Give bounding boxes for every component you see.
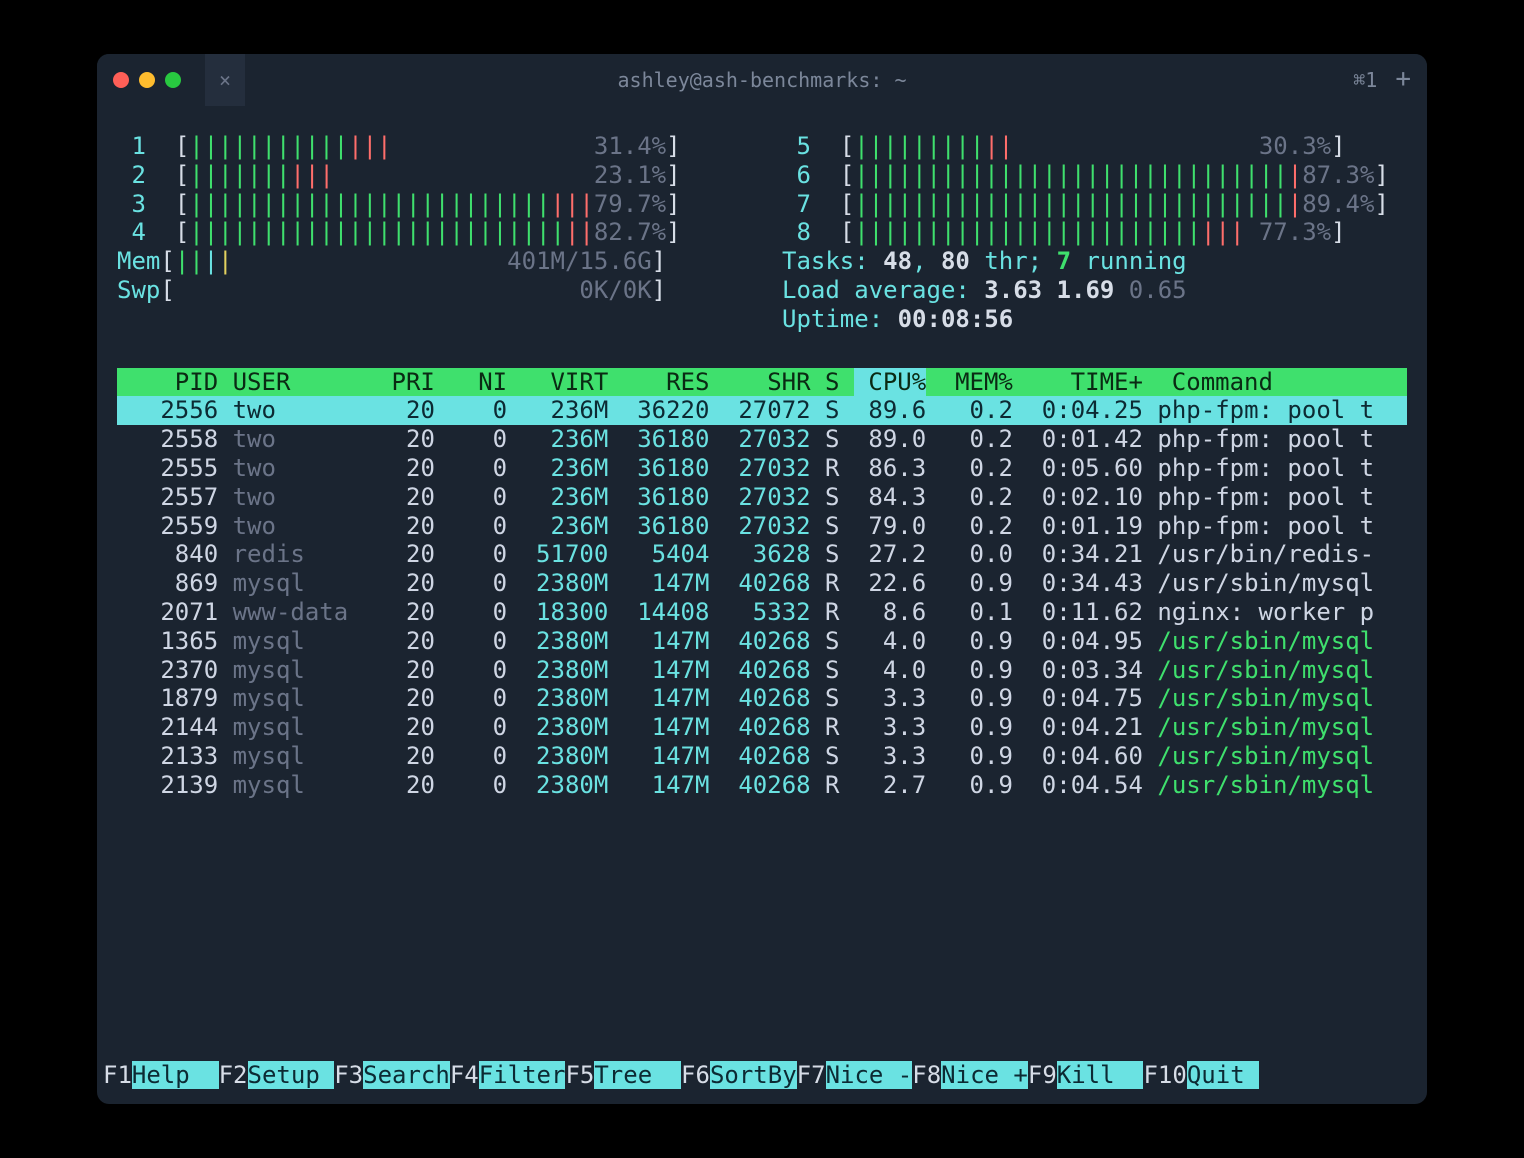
process-row[interactable]: 2555 two 20 0 236M 36180 27032 R 86.3 0.… bbox=[117, 454, 1407, 483]
fkey-F2[interactable]: F2 bbox=[219, 1061, 248, 1089]
cpu-meter-2: 2 [|||||||||| 23.1%] bbox=[117, 161, 742, 190]
cpu-meter-7: 7 [|||||||||||||||||||||||||||||||89.4%] bbox=[782, 190, 1407, 219]
cpu-meter-5: 5 [||||||||||| 30.3%] bbox=[782, 132, 1407, 161]
load-line: Load average: 3.63 1.69 0.65 bbox=[782, 276, 1407, 305]
fkey-F5[interactable]: F5 bbox=[565, 1061, 594, 1089]
process-row[interactable]: 2370 mysql 20 0 2380M 147M 40268 S 4.0 0… bbox=[117, 656, 1407, 685]
fkey-F10[interactable]: F10 bbox=[1143, 1061, 1186, 1089]
process-row[interactable]: 1879 mysql 20 0 2380M 147M 40268 S 3.3 0… bbox=[117, 684, 1407, 713]
minimize-window-button[interactable] bbox=[139, 72, 155, 88]
cpu-meter-1: 1 [|||||||||||||| 31.4%] bbox=[117, 132, 742, 161]
function-key-bar: F1Help F2Setup F3SearchF4FilterF5Tree F6… bbox=[97, 1061, 1427, 1090]
window-title: ashley@ash-benchmarks: ~ bbox=[618, 68, 907, 92]
process-row[interactable]: 2144 mysql 20 0 2380M 147M 40268 R 3.3 0… bbox=[117, 713, 1407, 742]
table-header[interactable]: PID USER PRI NI VIRT RES SHR S CPU% MEM%… bbox=[117, 368, 1407, 397]
close-tab-icon[interactable]: × bbox=[219, 68, 231, 92]
process-row[interactable]: 2556 two 20 0 236M 36220 27072 S 89.6 0.… bbox=[117, 396, 1407, 425]
traffic-lights bbox=[113, 72, 181, 88]
cpu-meter-4: 4 [||||||||||||||||||||||||||||82.7%] bbox=[117, 218, 742, 247]
mem-and-stats: Mem[|||| 401M/15.6G]Swp[ 0K/0K] Tasks: 4… bbox=[117, 247, 1407, 333]
process-row[interactable]: 869 mysql 20 0 2380M 147M 40268 R 22.6 0… bbox=[117, 569, 1407, 598]
process-row[interactable]: 1365 mysql 20 0 2380M 147M 40268 S 4.0 0… bbox=[117, 627, 1407, 656]
process-row[interactable]: 840 redis 20 0 51700 5404 3628 S 27.2 0.… bbox=[117, 540, 1407, 569]
fkey-F1[interactable]: F1 bbox=[103, 1061, 132, 1089]
fkey-F3[interactable]: F3 bbox=[334, 1061, 363, 1089]
mem-meter: Mem[|||| 401M/15.6G] bbox=[117, 247, 742, 276]
process-row[interactable]: 2558 two 20 0 236M 36180 27032 S 89.0 0.… bbox=[117, 425, 1407, 454]
terminal-window: × ashley@ash-benchmarks: ~ ⌘1 + 1 [|||||… bbox=[97, 54, 1427, 1104]
uptime-line: Uptime: 00:08:56 bbox=[782, 305, 1407, 334]
cpu-meter-6: 6 [|||||||||||||||||||||||||||||||87.3%] bbox=[782, 161, 1407, 190]
process-row[interactable]: 2557 two 20 0 236M 36180 27032 S 84.3 0.… bbox=[117, 483, 1407, 512]
new-tab-button[interactable]: + bbox=[1395, 64, 1411, 95]
fkey-F6[interactable]: F6 bbox=[681, 1061, 710, 1089]
cpu-meters: 1 [|||||||||||||| 31.4%] 2 [|||||||||| 2… bbox=[117, 132, 1407, 247]
fkey-F9[interactable]: F9 bbox=[1028, 1061, 1057, 1089]
cpu-meter-3: 3 [||||||||||||||||||||||||||||79.7%] bbox=[117, 190, 742, 219]
fkey-F7[interactable]: F7 bbox=[797, 1061, 826, 1089]
titlebar: × ashley@ash-benchmarks: ~ ⌘1 + bbox=[97, 54, 1427, 106]
cpu-meter-8: 8 [||||||||||||||||||||||||||| 77.3%] bbox=[782, 218, 1407, 247]
terminal-content: 1 [|||||||||||||| 31.4%] 2 [|||||||||| 2… bbox=[97, 106, 1427, 1104]
process-table: PID USER PRI NI VIRT RES SHR S CPU% MEM%… bbox=[117, 368, 1407, 800]
close-window-button[interactable] bbox=[113, 72, 129, 88]
fkey-F4[interactable]: F4 bbox=[450, 1061, 479, 1089]
process-row[interactable]: 2071 www-data 20 0 18300 14408 5332 R 8.… bbox=[117, 598, 1407, 627]
tasks-line: Tasks: 48, 80 thr; 7 running bbox=[782, 247, 1407, 276]
zoom-window-button[interactable] bbox=[165, 72, 181, 88]
fkey-F8[interactable]: F8 bbox=[912, 1061, 941, 1089]
active-tab[interactable]: × bbox=[205, 54, 245, 106]
swap-meter: Swp[ 0K/0K] bbox=[117, 276, 742, 305]
process-row[interactable]: 2139 mysql 20 0 2380M 147M 40268 R 2.7 0… bbox=[117, 771, 1407, 800]
process-row[interactable]: 2559 two 20 0 236M 36180 27032 S 79.0 0.… bbox=[117, 512, 1407, 541]
tab-shortcut: ⌘1 bbox=[1353, 68, 1377, 92]
process-row[interactable]: 2133 mysql 20 0 2380M 147M 40268 S 3.3 0… bbox=[117, 742, 1407, 771]
